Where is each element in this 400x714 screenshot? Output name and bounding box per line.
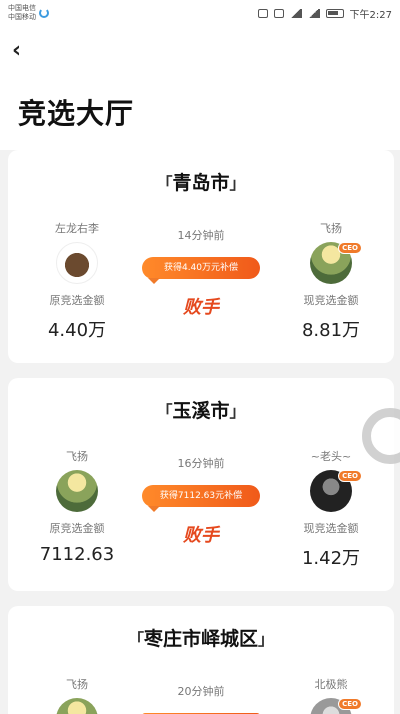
card-title: 「枣庄市峄城区」: [8, 624, 394, 651]
bracket-close: 」: [229, 402, 246, 421]
candidate-name: 飞扬: [320, 222, 342, 235]
card-title: 「玉溪市」: [8, 396, 394, 423]
avatar[interactable]: [56, 470, 98, 512]
ceo-badge: CEO: [338, 698, 362, 710]
avatar[interactable]: CEO: [310, 470, 362, 512]
bracket-close: 」: [229, 174, 246, 193]
left-candidate: 飞扬 原竞选金额 7112.63: [22, 448, 132, 565]
left-candidate: 飞扬: [22, 676, 132, 714]
battery-icon: [325, 8, 344, 18]
avatar[interactable]: [56, 242, 98, 284]
amount-label: 现竞选金额: [303, 522, 359, 535]
bracket-open: 「: [156, 174, 173, 193]
right-candidate: 飞扬 CEO 现竞选金额 8.81万: [276, 220, 386, 342]
vibrate-icon: [273, 8, 284, 18]
carrier-info: 中国电信 中国移动: [8, 4, 49, 22]
status-bar: 中国电信 中国移动 下午2:27: [0, 0, 400, 26]
right-candidate: 北极熊 CEO: [276, 676, 386, 714]
amount-value: 4.40万: [47, 320, 107, 341]
result-center: 14分钟前 获得4.40万元补偿 败手: [141, 227, 261, 319]
amount-label: 原竞选金额: [49, 294, 105, 307]
avatar[interactable]: CEO: [310, 242, 362, 284]
campaign-card[interactable]: 「枣庄市峄城区」 飞扬 20分钟前 北极熊 CEO: [8, 606, 394, 714]
header: ‹ 竞选大厅: [0, 26, 400, 150]
time-ago: 14分钟前: [177, 229, 225, 242]
bracket-close: 」: [258, 630, 275, 649]
carrier-1: 中国电信: [8, 4, 36, 12]
campaign-card[interactable]: 「青岛市」 左龙右李 原竞选金额 4.40万 14分钟前 获得4.40万元补偿 …: [8, 150, 394, 363]
left-candidate: 左龙右李 原竞选金额 4.40万: [22, 220, 132, 342]
signal-icon: [307, 8, 320, 18]
status-time: 下午2:27: [349, 9, 392, 21]
candidate-name: 左龙右李: [55, 222, 99, 235]
carrier-2: 中国移动: [8, 13, 36, 21]
city-name: 枣庄市峄城区: [143, 628, 258, 650]
time-ago: 16分钟前: [177, 457, 225, 470]
city-name: 玉溪市: [172, 400, 230, 422]
wifi-icon: [289, 8, 302, 18]
amount-label: 原竞选金额: [49, 522, 105, 535]
city-name: 青岛市: [172, 172, 230, 194]
bracket-open: 「: [127, 630, 144, 649]
ceo-badge: CEO: [338, 470, 362, 482]
ceo-badge: CEO: [338, 242, 362, 254]
result-center: 16分钟前 获得7112.63元补偿 败手: [141, 455, 261, 547]
candidate-name: 北极熊: [314, 678, 348, 691]
hd-icon: [39, 8, 49, 18]
notification-icon: [257, 8, 268, 18]
result-center: 20分钟前: [141, 683, 261, 714]
bracket-open: 「: [156, 402, 173, 421]
amount-value: 8.81万: [301, 320, 361, 341]
avatar[interactable]: [56, 698, 98, 714]
amount-value: 7112.63: [39, 544, 115, 565]
subsidy-badge: 获得7112.63元补偿: [142, 485, 260, 512]
right-candidate: ~老头~ CEO 现竞选金额 1.42万: [276, 448, 386, 570]
status-icons: 下午2:27: [257, 6, 392, 21]
back-arrow-icon[interactable]: ‹: [12, 40, 34, 62]
amount-value: 1.42万: [301, 548, 361, 569]
time-ago: 20分钟前: [177, 685, 225, 698]
loss-label: 败手: [183, 297, 219, 318]
candidate-name: 飞扬: [66, 450, 88, 463]
subsidy-badge: 获得4.40万元补偿: [142, 257, 260, 284]
card-title: 「青岛市」: [8, 168, 394, 195]
avatar[interactable]: CEO: [310, 698, 362, 714]
candidate-name: 飞扬: [66, 678, 88, 691]
loss-label: 败手: [183, 525, 219, 546]
page-title: 竞选大厅: [18, 97, 135, 130]
amount-label: 现竞选金额: [303, 294, 359, 307]
campaign-card[interactable]: 「玉溪市」 飞扬 原竞选金额 7112.63 16分钟前 获得7112.63元补…: [8, 378, 394, 591]
